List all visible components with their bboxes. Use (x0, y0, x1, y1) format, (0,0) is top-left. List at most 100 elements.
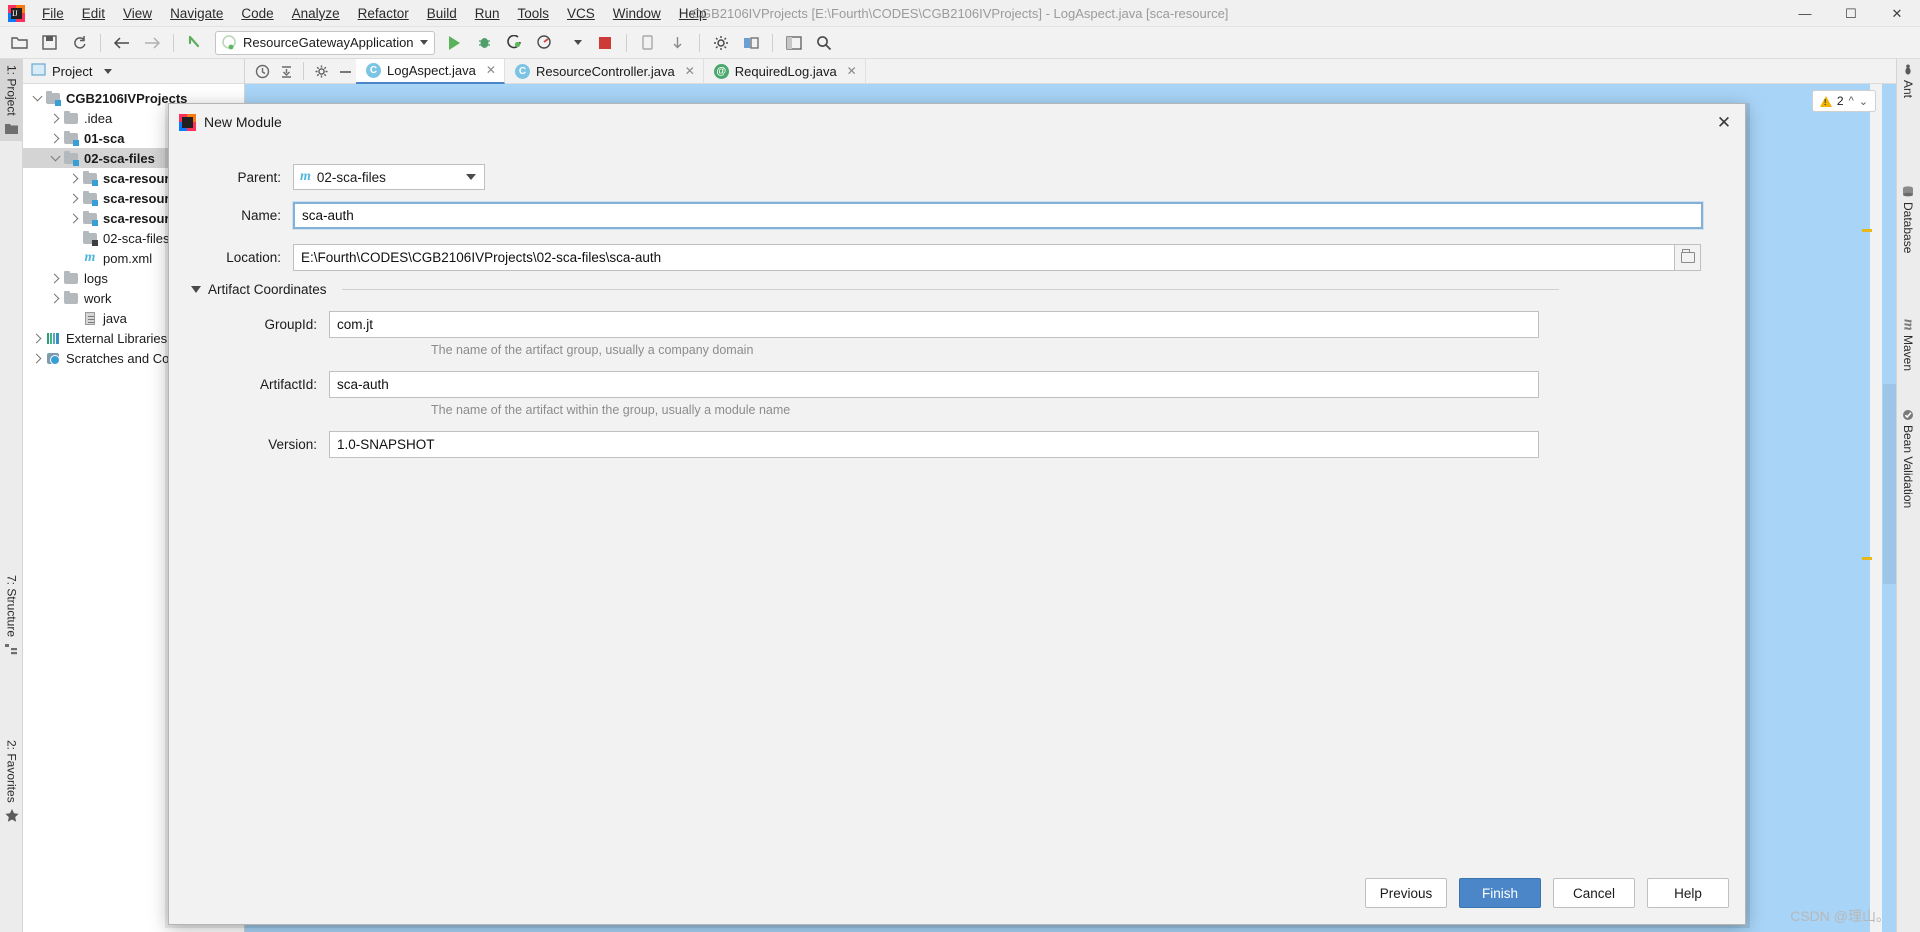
artifact-coordinates-section-header[interactable]: Artifact Coordinates (169, 282, 1569, 297)
menu-run[interactable]: Run (466, 2, 509, 25)
finish-button[interactable]: Finish (1459, 878, 1541, 908)
help-button[interactable]: Help (1647, 878, 1729, 908)
debug-icon[interactable] (471, 30, 499, 56)
tab-resourcecontroller[interactable]: C ResourceController.java ✕ (505, 58, 704, 84)
iml-file-icon (82, 230, 98, 246)
menu-code[interactable]: Code (232, 2, 282, 25)
chevron-down-icon[interactable] (47, 150, 63, 166)
version-input[interactable]: 1.0-SNAPSHOT (329, 431, 1539, 458)
chevron-right-icon[interactable] (47, 130, 63, 146)
cancel-button[interactable]: Cancel (1553, 878, 1635, 908)
minimize-button[interactable]: — (1782, 0, 1828, 27)
database-icon (1901, 186, 1915, 198)
chevron-right-icon[interactable] (66, 190, 82, 206)
jump-to-source-icon[interactable] (181, 30, 209, 56)
gear-icon[interactable] (707, 30, 735, 56)
tab-label: RequiredLog.java (734, 63, 837, 79)
project-strip-label: 1: Project (4, 65, 19, 116)
run-configuration-selector[interactable]: ResourceGatewayApplication (215, 30, 435, 55)
sidebar-item-structure[interactable]: 7: Structure (0, 569, 23, 662)
intellij-icon (179, 113, 196, 131)
collapse-all-icon[interactable] (275, 60, 297, 82)
chevron-right-icon[interactable] (29, 330, 45, 346)
menu-window[interactable]: Window (604, 2, 670, 25)
menu-file[interactable]: File (33, 2, 73, 25)
maven-file-icon: m (84, 250, 96, 265)
sidebar-item-bean-validation[interactable]: Bean Validation (1896, 404, 1920, 513)
tree-item-label: logs (84, 270, 108, 286)
run-with-coverage-icon[interactable] (501, 30, 529, 56)
parent-field-row: Parent: m 02-sca-files (169, 164, 1745, 190)
sidebar-item-favorites[interactable]: 2: Favorites (0, 734, 23, 829)
close-icon[interactable]: ✕ (847, 64, 857, 78)
close-icon[interactable]: ✕ (1711, 110, 1737, 136)
folder-browse-icon[interactable] (1675, 244, 1701, 271)
inspection-status-widget[interactable]: 2 ^ ⌄ (1811, 90, 1876, 112)
menu-view[interactable]: View (114, 2, 161, 25)
close-window-button[interactable]: ✕ (1874, 0, 1920, 27)
menu-navigate[interactable]: Navigate (161, 2, 232, 25)
chevron-right-icon[interactable] (47, 110, 63, 126)
sync-gradle-icon[interactable] (664, 30, 692, 56)
location-input[interactable]: E:\Fourth\CODES\CGB2106IVProjects\02-sca… (293, 244, 1675, 271)
triangle-down-icon[interactable] (191, 286, 201, 293)
tab-logaspect[interactable]: C LogAspect.java ✕ (356, 58, 505, 84)
chevron-down-icon[interactable]: ⌄ (1859, 95, 1868, 108)
sidebar-item-ant[interactable]: Ant (1896, 59, 1920, 103)
chevron-right-icon[interactable] (29, 350, 45, 366)
menu-edit[interactable]: Edit (73, 2, 114, 25)
warning-icon (1819, 95, 1832, 107)
menu-tools[interactable]: Tools (509, 2, 559, 25)
name-label: Name: (241, 208, 281, 223)
database-label: Database (1901, 202, 1915, 254)
hide-icon[interactable] (334, 60, 356, 82)
layout-icon[interactable] (780, 30, 808, 56)
parent-label: Parent: (237, 169, 281, 185)
editor-scrollbar-thumb[interactable] (1883, 384, 1896, 584)
sidebar-item-project[interactable]: 1: Project (0, 59, 23, 141)
close-icon[interactable]: ✕ (685, 64, 695, 78)
chevron-up-icon[interactable]: ^ (1849, 95, 1854, 107)
gutter-marker[interactable] (1862, 557, 1872, 560)
inspection-gutter[interactable] (1870, 84, 1882, 932)
menu-vcs[interactable]: VCS (558, 2, 604, 25)
maximize-button[interactable]: ☐ (1828, 0, 1874, 27)
chevron-right-icon[interactable] (47, 270, 63, 286)
analyze-icon[interactable] (251, 60, 273, 82)
arrow-right-icon[interactable] (138, 30, 166, 56)
menu-navigate-label: Navigate (170, 5, 224, 21)
run-icon[interactable] (441, 30, 469, 56)
chevron-right-icon[interactable] (66, 210, 82, 226)
sidebar-item-maven[interactable]: m Maven (1896, 314, 1920, 376)
chevron-right-icon[interactable] (47, 290, 63, 306)
open-folder-icon[interactable] (5, 30, 33, 56)
favorites-strip-label: 2: Favorites (4, 740, 19, 803)
groupid-input[interactable]: com.jt (329, 311, 1539, 338)
menu-help[interactable]: Help (670, 2, 716, 25)
parent-combobox[interactable]: m 02-sca-files (293, 164, 485, 190)
menu-refactor[interactable]: Refactor (349, 2, 418, 25)
menu-vcs-label: VCS (567, 5, 595, 21)
profiler-icon[interactable] (531, 30, 559, 56)
chevron-down-icon[interactable] (29, 90, 45, 106)
refresh-icon[interactable] (65, 30, 93, 56)
name-input[interactable]: sca-auth (293, 202, 1703, 229)
gutter-marker[interactable] (1862, 229, 1872, 232)
sidebar-item-database[interactable]: Database (1896, 181, 1920, 258)
chevron-right-icon[interactable] (66, 170, 82, 186)
stop-icon[interactable] (591, 30, 619, 56)
device-manager-icon[interactable] (634, 30, 662, 56)
previous-button[interactable]: Previous (1365, 878, 1447, 908)
save-icon[interactable] (35, 30, 63, 56)
chevron-down-icon[interactable] (104, 68, 113, 74)
close-icon[interactable]: ✕ (486, 63, 496, 77)
arrow-left-icon[interactable] (108, 30, 136, 56)
profiler-dropdown-icon[interactable] (561, 30, 589, 56)
gear-icon[interactable] (310, 60, 332, 82)
tab-requiredlog[interactable]: @ RequiredLog.java ✕ (704, 58, 866, 84)
artifactid-input[interactable]: sca-auth (329, 371, 1539, 398)
search-icon[interactable] (810, 30, 838, 56)
project-structure-icon[interactable] (737, 30, 765, 56)
menu-analyze[interactable]: Analyze (283, 2, 349, 25)
menu-build[interactable]: Build (418, 2, 466, 25)
